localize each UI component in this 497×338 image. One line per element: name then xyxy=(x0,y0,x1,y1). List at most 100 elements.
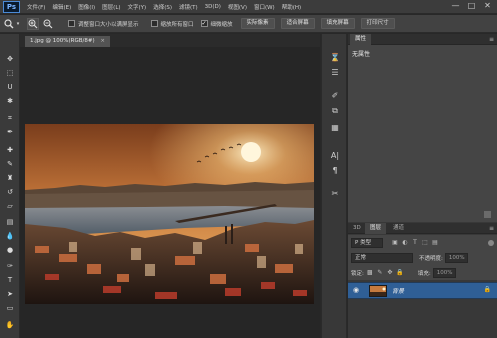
clone-source-icon[interactable]: ⧉ xyxy=(328,105,342,117)
tab-properties[interactable]: 属性 xyxy=(350,34,372,45)
layers-panel-menu-icon[interactable]: ≡ xyxy=(489,223,494,234)
opacity-input[interactable]: 100% xyxy=(444,252,468,263)
opacity-label: 不透明度: xyxy=(419,255,443,262)
layer-filter-row: P 类型 ▣ ◐ T ⬚ ▤ xyxy=(348,235,497,250)
panel-menu-icon[interactable]: ≡ xyxy=(489,34,494,45)
checkbox-box[interactable] xyxy=(150,20,158,27)
filter-adjustment-icon[interactable]: ◐ xyxy=(401,239,409,247)
menu-file[interactable]: 文件(F) xyxy=(27,3,45,11)
filter-type-icon[interactable]: T xyxy=(411,239,419,247)
tool-preset-dropdown-icon[interactable]: ▾ xyxy=(15,18,21,30)
zoom-tool-icon[interactable] xyxy=(3,18,15,30)
lock-fill-row: 锁定: ▩ ✎ ✥ 🔒 填充: 100% xyxy=(348,265,497,280)
document-image[interactable] xyxy=(25,124,314,304)
brush-presets-icon[interactable]: ✐ xyxy=(328,90,342,102)
document-tab-title: 1.jpg @ 100%(RGB/8#) xyxy=(30,38,95,44)
eyedropper-tool-icon[interactable]: ✒ xyxy=(3,127,17,138)
clone-stamp-tool-icon[interactable]: ♜ xyxy=(3,173,17,184)
resize-windows-checkbox[interactable]: 调整窗口大小以满屏显示 xyxy=(68,20,139,28)
lasso-tool-icon[interactable]: ᑌ xyxy=(3,82,17,93)
menu-view[interactable]: 视图(V) xyxy=(228,3,247,11)
menu-3d[interactable]: 3D(D) xyxy=(205,4,221,10)
lock-transparent-icon[interactable]: ▩ xyxy=(366,269,374,277)
tools-settings-icon[interactable]: ✂ xyxy=(328,188,342,200)
tools-panel: ✥ ⬚ ᑌ ✱ ⌗ ✒ ✚ ✎ ♜ ↺ ▱ ▤ 💧 ● ✑ T ➤ ▭ ✋ xyxy=(0,34,20,338)
canvas-area[interactable] xyxy=(20,47,320,338)
rectangle-tool-icon[interactable]: ▭ xyxy=(3,303,17,314)
filter-toggle-icon[interactable] xyxy=(488,239,494,246)
blend-opacity-row: 正常 不透明度: 100% xyxy=(348,250,497,265)
document-tab[interactable]: 1.jpg @ 100%(RGB/8#) × xyxy=(25,36,110,47)
crop-tool-icon[interactable]: ⌗ xyxy=(3,113,17,124)
close-button[interactable]: ✕ xyxy=(481,1,494,12)
gradient-tool-icon[interactable]: ▤ xyxy=(3,217,17,228)
healing-brush-tool-icon[interactable]: ✚ xyxy=(3,145,17,156)
layers-tab-bar: 3D 图层 通道 ≡ xyxy=(348,223,497,234)
visibility-eye-icon[interactable]: ◉ xyxy=(353,286,359,294)
filter-shape-icon[interactable]: ⬚ xyxy=(421,239,429,247)
fill-screen-button[interactable]: 填充屏幕 xyxy=(320,18,355,29)
layer-lock-icon: 🔒 xyxy=(483,286,491,293)
maximize-button[interactable]: □ xyxy=(465,1,478,12)
eraser-tool-icon[interactable]: ▱ xyxy=(3,201,17,212)
history-panel-icon[interactable]: ⌛ xyxy=(328,52,342,64)
menu-type[interactable]: 文字(Y) xyxy=(128,3,147,11)
swatches-icon[interactable]: ▦ xyxy=(328,122,342,134)
trash-icon[interactable] xyxy=(484,211,491,218)
history-brush-tool-icon[interactable]: ↺ xyxy=(3,187,17,198)
fit-screen-button[interactable]: 适合屏幕 xyxy=(280,18,315,29)
menu-bar: Ps 文件(F) 编辑(E) 图像(I) 图层(L) 文字(Y) 选择(S) 滤… xyxy=(0,0,497,14)
layer-thumbnail xyxy=(369,285,387,297)
zoom-in-icon[interactable] xyxy=(27,17,39,30)
dodge-tool-icon[interactable]: ● xyxy=(3,245,17,256)
fill-input[interactable]: 100% xyxy=(432,267,456,278)
layer-name[interactable]: 背景 xyxy=(392,286,404,295)
resize-windows-label: 调整窗口大小以满屏显示 xyxy=(78,21,139,28)
hand-tool-icon[interactable]: ✋ xyxy=(3,320,17,331)
scrubby-zoom-checkbox[interactable]: ✓ 细微缩放 xyxy=(200,20,233,28)
layer-row-background[interactable]: ◉ 背景 🔒 xyxy=(348,282,497,299)
actual-pixels-button[interactable]: 实际像素 xyxy=(240,18,275,29)
marquee-tool-icon[interactable]: ⬚ xyxy=(3,68,17,79)
tab-layers[interactable]: 图层 xyxy=(365,223,387,234)
menu-help[interactable]: 帮助(H) xyxy=(282,3,301,11)
adjustments-panel-icon[interactable]: ☰ xyxy=(328,67,342,79)
paragraph-panel-icon[interactable]: ¶ xyxy=(328,165,342,177)
tab-channels[interactable]: 通道 xyxy=(388,223,409,234)
magic-wand-tool-icon[interactable]: ✱ xyxy=(3,96,17,107)
menu-window[interactable]: 窗口(W) xyxy=(254,3,275,11)
menu-image[interactable]: 图像(I) xyxy=(78,3,95,11)
layer-filter-dropdown[interactable]: P 类型 xyxy=(351,237,383,248)
checkbox-box[interactable]: ✓ xyxy=(200,20,208,27)
brush-tool-icon[interactable]: ✎ xyxy=(3,159,17,170)
no-properties-text: 无属性 xyxy=(352,51,371,58)
close-tab-icon[interactable]: × xyxy=(100,38,105,44)
collapsed-panels-strip: ⌛ ☰ ✐ ⧉ ▦ A| ¶ ✂ xyxy=(321,34,347,338)
zoom-all-windows-checkbox[interactable]: 缩放所有窗口 xyxy=(150,20,194,28)
move-tool-icon[interactable]: ✥ xyxy=(3,54,17,65)
lock-position-icon[interactable]: ✥ xyxy=(386,269,394,277)
menu-select[interactable]: 选择(S) xyxy=(153,3,172,11)
type-tool-icon[interactable]: T xyxy=(3,275,17,286)
filter-smart-object-icon[interactable]: ▤ xyxy=(431,239,439,247)
lock-all-icon[interactable]: 🔒 xyxy=(396,269,404,277)
filter-pixel-icon[interactable]: ▣ xyxy=(391,239,399,247)
print-size-button[interactable]: 打印尺寸 xyxy=(360,18,395,29)
pen-tool-icon[interactable]: ✑ xyxy=(3,261,17,272)
path-selection-tool-icon[interactable]: ➤ xyxy=(3,289,17,300)
tab-3d[interactable]: 3D xyxy=(348,223,366,234)
blur-tool-icon[interactable]: 💧 xyxy=(3,231,17,242)
menu-filter[interactable]: 滤镜(T) xyxy=(179,3,198,11)
character-panel-icon[interactable]: A| xyxy=(328,150,342,162)
lock-image-icon[interactable]: ✎ xyxy=(376,269,384,277)
properties-tab-bar: 属性 ≡ xyxy=(348,34,497,45)
minimize-button[interactable]: — xyxy=(449,1,462,12)
blend-mode-dropdown[interactable]: 正常 xyxy=(351,252,413,263)
menu-edit[interactable]: 编辑(E) xyxy=(52,3,71,11)
photoshop-window: Ps 文件(F) 编辑(E) 图像(I) 图层(L) 文字(Y) 选择(S) 滤… xyxy=(0,0,497,338)
window-controls: — □ ✕ xyxy=(449,1,494,12)
zoom-out-icon[interactable] xyxy=(42,18,54,30)
menu-layer[interactable]: 图层(L) xyxy=(102,3,120,11)
fill-label: 填充: xyxy=(417,270,431,277)
checkbox-box[interactable] xyxy=(68,20,75,27)
